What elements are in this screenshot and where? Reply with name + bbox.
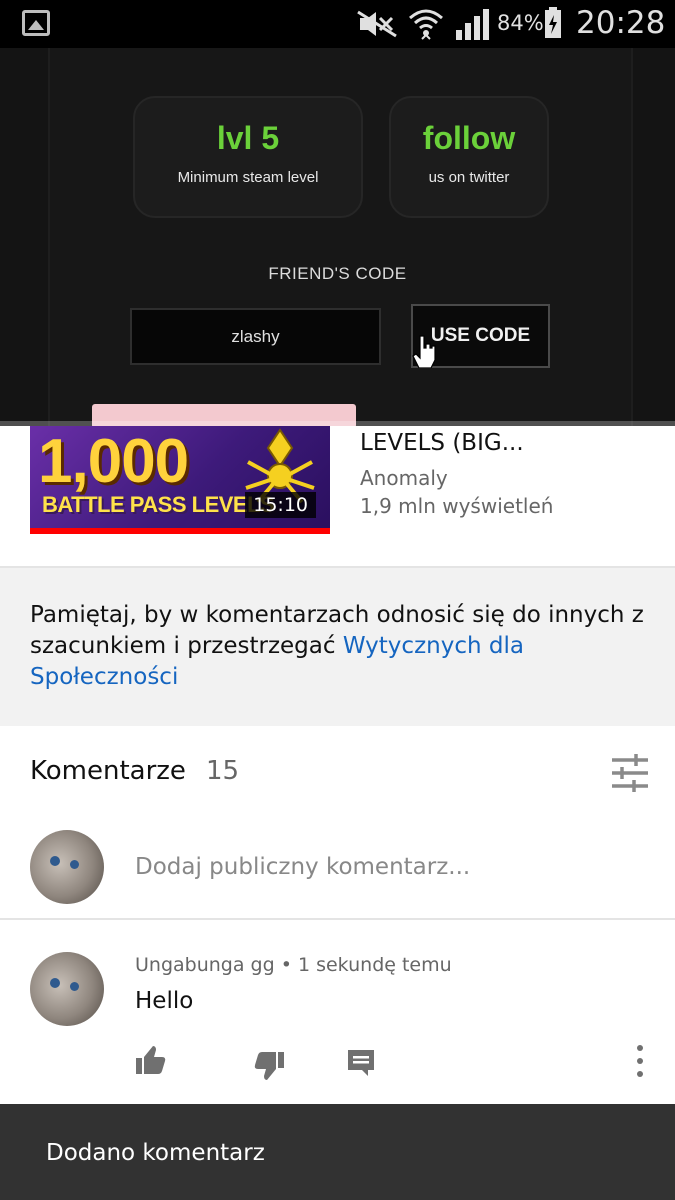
related-video-item[interactable]: 1,000 BATTLE PASS LEVELS 15:10 LEVELS (B…: [0, 426, 675, 568]
steam-level-value: lvl 5: [216, 120, 280, 156]
status-bar: 84% 20:28: [0, 0, 675, 48]
mute-icon: [357, 10, 397, 38]
battery-charging-icon: [545, 7, 561, 38]
friends-code-input: zlashy: [130, 308, 381, 365]
avatar[interactable]: [30, 952, 104, 1026]
more-options-icon[interactable]: [630, 1044, 650, 1078]
friends-code-label: FRIEND'S CODE: [268, 264, 407, 283]
clock: 20:28: [576, 5, 666, 41]
comment-author[interactable]: Ungabunga gg: [135, 954, 275, 976]
avatar: [30, 830, 104, 904]
follow-value: follow: [422, 120, 516, 156]
video-title[interactable]: LEVELS (BIG...: [360, 430, 524, 456]
comment-item: Ungabunga gg • 1 sekundę temu Hello: [0, 920, 675, 1104]
channel-name: Anomaly: [360, 466, 448, 490]
steam-level-card: lvl 5 Minimum steam level: [133, 96, 363, 218]
signal-icon: [456, 9, 489, 40]
reply-icon[interactable]: [346, 1048, 376, 1078]
add-comment-row[interactable]: Dodaj publiczny komentarz...: [0, 818, 675, 920]
watched-indicator: [30, 528, 330, 534]
gallery-icon: [22, 10, 50, 36]
video-duration: 15:10: [245, 492, 316, 518]
view-count: 1,9 mln wyświetleń: [360, 494, 554, 518]
add-comment-input[interactable]: Dodaj publiczny komentarz...: [135, 854, 470, 880]
community-guidelines-notice: Pamiętaj, by w komentarzach odnosić się …: [0, 568, 675, 726]
video-thumbnail[interactable]: 1,000 BATTLE PASS LEVELS 15:10: [30, 426, 330, 534]
video-player[interactable]: lvl 5 Minimum steam level follow us on t…: [0, 48, 675, 426]
comment-text: Hello: [135, 988, 194, 1014]
hand-cursor-icon: [412, 335, 436, 368]
follow-caption: us on twitter: [428, 169, 510, 186]
comments-count: 15: [206, 756, 240, 786]
sort-icon[interactable]: [610, 753, 650, 793]
comments-header: Komentarze 15: [0, 726, 675, 818]
comment-time: 1 sekundę temu: [297, 954, 452, 976]
like-icon[interactable]: [134, 1044, 166, 1076]
dislike-icon[interactable]: [254, 1050, 286, 1082]
comments-label: Komentarze: [30, 756, 186, 786]
thumbnail-small-text: BATTLE PASS LEVELS: [42, 492, 275, 517]
battery-percent: 84%: [497, 11, 544, 35]
thumbnail-big-text: 1,000: [38, 427, 189, 496]
wifi-icon: [409, 9, 443, 40]
snackbar: Dodano komentarz: [0, 1104, 675, 1200]
steam-level-caption: Minimum steam level: [177, 169, 319, 186]
notice-text: Pamiętaj, by w komentarzach odnosić się …: [30, 602, 644, 659]
follow-card: follow us on twitter: [389, 96, 549, 218]
comment-meta: Ungabunga gg • 1 sekundę temu: [135, 954, 452, 976]
